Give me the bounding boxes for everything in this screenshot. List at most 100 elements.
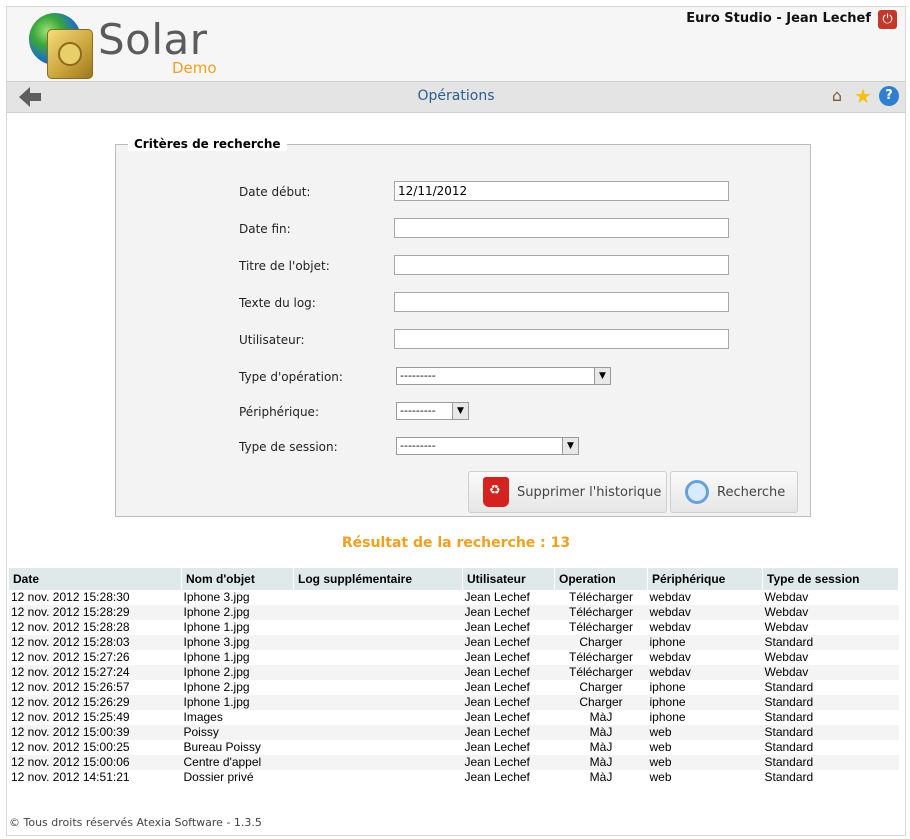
table-row[interactable]: 12 nov. 2012 15:28:30 Iphone 3.jpg Jean Le… xyxy=(9,590,899,605)
header: Solar Demo Euro Studio - Jean Lechef ⏻ xyxy=(7,7,905,81)
table-cell: 12 nov. 2012 15:27:24 xyxy=(9,665,182,680)
chevron-down-icon: ▼ xyxy=(452,403,468,419)
col-log[interactable]: Log supplémentaire xyxy=(293,568,463,590)
col-operation[interactable]: Operation xyxy=(554,568,648,590)
table-row[interactable]: 12 nov. 2012 15:00:06 Centre d'appel Jean … xyxy=(9,755,899,770)
table-cell: Jean Lechef xyxy=(462,725,555,740)
table-cell: Centre d'appel xyxy=(181,755,294,770)
table-cell: Jean Lechef xyxy=(464,740,530,754)
table-cell: Iphone 1.jpg xyxy=(183,650,250,664)
table-cell: Iphone 3.jpg xyxy=(183,590,250,604)
table-cell: 12 nov. 2012 15:00:39 xyxy=(9,725,182,740)
type-session-value: --------- xyxy=(400,439,436,452)
table-row[interactable]: 12 nov. 2012 15:26:57 Iphone 2.jpg Jean Le… xyxy=(9,680,899,695)
col-type-session[interactable]: Type de session xyxy=(762,568,899,590)
table-row[interactable]: 12 nov. 2012 15:27:24 Iphone 2.jpg Jean Le… xyxy=(9,665,899,680)
home-icon[interactable]: ⌂ xyxy=(827,86,847,106)
type-session-select[interactable]: --------- ▼ xyxy=(396,437,579,455)
date-fin-input[interactable] xyxy=(394,218,729,238)
table-cell xyxy=(294,620,463,635)
peripherique-select[interactable]: --------- ▼ xyxy=(396,402,469,420)
date-debut-input[interactable]: 12/11/2012 xyxy=(394,181,729,201)
table-cell: webdav xyxy=(649,590,691,604)
titre-objet-input[interactable] xyxy=(394,255,729,275)
col-peripherique[interactable]: Périphérique xyxy=(647,568,763,590)
table-cell: Standard xyxy=(762,635,899,650)
star-icon[interactable]: ★ xyxy=(853,86,873,106)
table-cell: 12 nov. 2012 14:51:21 xyxy=(11,770,130,784)
table-row[interactable]: 12 nov. 2012 15:26:29 Iphone 1.jpg Jean Le… xyxy=(9,695,899,710)
table-cell: Télécharger xyxy=(568,650,634,664)
table-cell: Jean Lechef xyxy=(464,590,530,604)
table-cell: webdav xyxy=(649,650,691,664)
table-cell: Webdav xyxy=(762,605,899,620)
table-cell xyxy=(294,680,463,695)
table-cell: Jean Lechef xyxy=(464,710,530,724)
table-cell xyxy=(294,770,463,785)
search-criteria-panel: Critères de recherche Date début: 12/11/… xyxy=(115,137,811,517)
utilisateur-input[interactable] xyxy=(394,329,729,349)
table-cell: Webdav xyxy=(764,620,809,634)
table-cell: Standard xyxy=(764,680,814,694)
table-row[interactable]: 12 nov. 2012 15:28:28 Iphone 1.jpg Jean Le… xyxy=(9,620,899,635)
table-cell: web xyxy=(649,770,672,784)
table-cell: Images xyxy=(183,710,223,724)
table-cell: Standard xyxy=(762,755,899,770)
table-cell: Télécharger xyxy=(554,665,648,680)
type-operation-select[interactable]: --------- ▼ xyxy=(396,367,611,385)
table-cell: web xyxy=(647,755,763,770)
trash-icon xyxy=(483,477,509,507)
table-cell: Jean Lechef xyxy=(462,665,555,680)
type-operation-value: --------- xyxy=(400,369,436,382)
table-cell xyxy=(293,755,463,770)
col-nom-objet[interactable]: Nom d'objet xyxy=(181,568,294,590)
table-row[interactable]: 12 nov. 2012 15:28:29 Iphone 2.jpg Jean Le… xyxy=(9,605,899,620)
date-fin-label: Date fin: xyxy=(239,222,291,236)
table-row[interactable]: 12 nov. 2012 15:00:25 Bureau Poissy Jean L… xyxy=(9,740,899,755)
table-cell: Iphone 2.jpg xyxy=(181,605,294,620)
criteria-legend: Critères de recherche xyxy=(128,137,287,151)
table-cell: Standard xyxy=(762,695,899,710)
table-cell xyxy=(294,710,463,725)
table-cell xyxy=(294,740,463,755)
search-button[interactable]: Recherche xyxy=(670,471,798,513)
texte-log-input[interactable] xyxy=(394,292,729,312)
table-cell: iphone xyxy=(647,635,763,650)
utilisateur-label: Utilisateur: xyxy=(239,333,305,347)
table-cell: Iphone 2.jpg xyxy=(181,665,294,680)
col-date[interactable]: Date xyxy=(9,568,182,590)
help-icon[interactable]: ? xyxy=(879,86,899,106)
table-row[interactable]: 12 nov. 2012 15:28:03 Iphone 3.jpg Jean Le… xyxy=(9,635,899,650)
table-cell: web xyxy=(647,725,763,740)
table-cell: Standard xyxy=(764,770,814,784)
table-header-row: Date Nom d'objet Log supplémentaire Util… xyxy=(9,568,899,590)
table-cell: Dossier privé xyxy=(183,770,254,784)
table-cell: web xyxy=(649,740,672,754)
table-cell xyxy=(293,695,463,710)
table-cell: MàJ xyxy=(589,740,613,754)
delete-history-button[interactable]: Supprimer l'historique xyxy=(468,471,667,513)
table-cell: webdav xyxy=(649,620,691,634)
app-frame: Solar Demo Euro Studio - Jean Lechef ⏻ O… xyxy=(6,6,906,836)
table-cell: Jean Lechef xyxy=(462,695,555,710)
table-cell: MàJ xyxy=(589,710,613,724)
table-row[interactable]: 12 nov. 2012 14:51:21 Dossier privé Jean L… xyxy=(9,770,899,785)
col-utilisateur[interactable]: Utilisateur xyxy=(462,568,555,590)
table-cell: Jean Lechef xyxy=(464,620,530,634)
navbar: Opérations ⌂ ★ ? xyxy=(7,81,905,113)
power-icon[interactable]: ⏻ xyxy=(878,10,897,29)
table-cell: 12 nov. 2012 15:00:06 xyxy=(9,755,182,770)
table-cell: Jean Lechef xyxy=(464,680,530,694)
table-cell: 12 nov. 2012 15:26:57 xyxy=(11,680,130,694)
table-cell: iphone xyxy=(649,680,686,694)
table-cell: Standard xyxy=(762,725,899,740)
table-cell: 12 nov. 2012 15:27:26 xyxy=(11,650,130,664)
table-row[interactable]: 12 nov. 2012 15:27:26 Iphone 1.jpg Jean Le… xyxy=(9,650,899,665)
table-cell: Webdav xyxy=(764,650,809,664)
table-cell xyxy=(294,650,463,665)
chevron-down-icon: ▼ xyxy=(594,368,610,384)
nav-icons: ⌂ ★ ? xyxy=(827,86,899,106)
table-row[interactable]: 12 nov. 2012 15:00:39 Poissy Jean Lechef Mà… xyxy=(9,725,899,740)
results-body: 12 nov. 2012 15:28:30 Iphone 3.jpg Jean Le… xyxy=(9,590,899,785)
table-row[interactable]: 12 nov. 2012 15:25:49 Images Jean Lechef Mà… xyxy=(9,710,899,725)
